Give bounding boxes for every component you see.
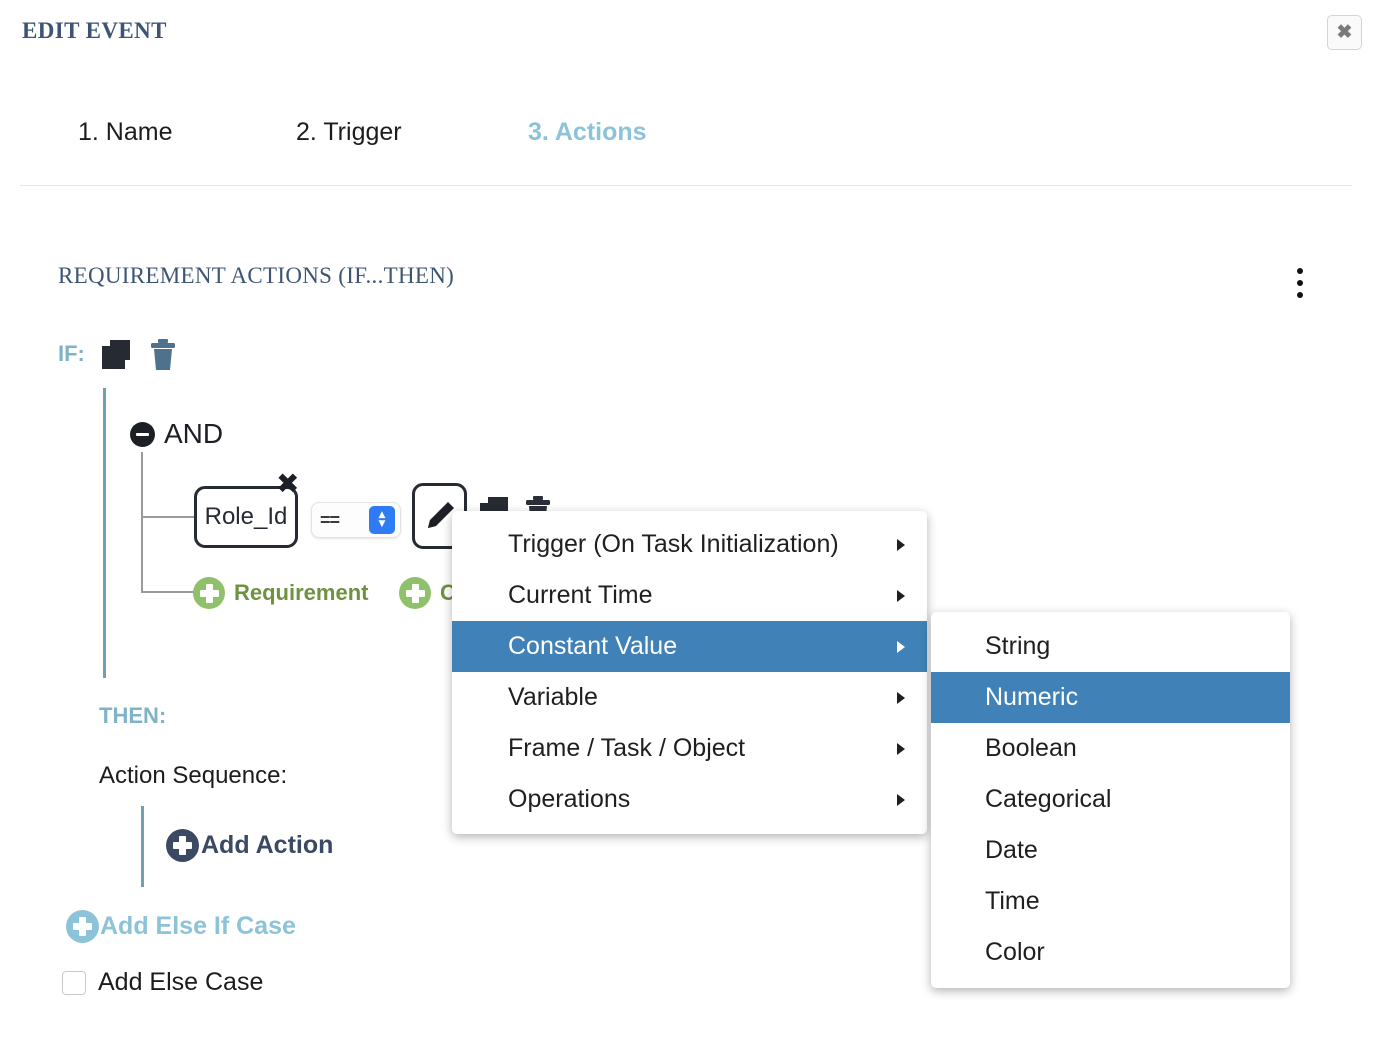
copy-icon-svg — [102, 340, 130, 369]
kebab-dot — [1297, 280, 1303, 286]
kebab-dot — [1297, 292, 1303, 298]
plus-icon — [193, 577, 225, 609]
submenu-item-date[interactable]: Date — [931, 825, 1290, 876]
menu-item-constant-value[interactable]: Constant Value — [452, 621, 927, 672]
tab-trigger[interactable]: 2. Trigger — [296, 118, 402, 147]
plus-icon — [399, 577, 431, 609]
comparator-select[interactable]: == ▲ ▼ — [311, 502, 401, 538]
menu-item-label: Trigger (On Task Initialization) — [508, 530, 839, 558]
add-else-if-case-label: Add Else If Case — [100, 912, 296, 940]
collapse-minus-icon[interactable] — [130, 421, 155, 447]
close-button[interactable]: ✖ — [1327, 15, 1362, 50]
chevron-right-icon — [897, 640, 905, 653]
header-divider — [20, 185, 1352, 186]
chevron-right-icon — [897, 538, 905, 551]
action-sequence-label: Action Sequence: — [99, 762, 288, 789]
stepper-down-glyph: ▼ — [378, 519, 386, 529]
close-icon: ✖ — [1336, 22, 1353, 43]
minus-bar — [136, 432, 149, 436]
menu-item-label: Constant Value — [508, 632, 678, 660]
add-action-button[interactable]: Add Action — [166, 829, 333, 862]
plus-horizontal — [405, 589, 425, 597]
tree-connector-horizontal — [141, 591, 197, 593]
chevron-right-icon — [897, 691, 905, 704]
tree-connector-vertical — [141, 452, 143, 591]
and-group-node: AND — [130, 420, 223, 448]
and-operator-label: AND — [164, 418, 224, 449]
if-label: IF: — [58, 341, 85, 366]
then-branch-rail — [141, 806, 144, 887]
section-title: REQUIREMENT ACTIONS (IF...THEN) — [58, 263, 455, 288]
add-else-case-checkbox[interactable] — [62, 970, 86, 995]
page-title: EDIT EVENT — [22, 18, 167, 43]
plus-horizontal — [199, 589, 219, 597]
context-menu: Trigger (On Task Initialization) Current… — [452, 511, 927, 834]
if-branch-rail — [103, 388, 106, 678]
submenu-item-categorical[interactable]: Categorical — [931, 774, 1290, 825]
trash-icon[interactable] — [148, 338, 178, 371]
context-submenu: String Numeric Boolean Categorical Date … — [931, 612, 1290, 988]
tab-name[interactable]: 1. Name — [78, 118, 172, 147]
plus-icon — [166, 829, 199, 862]
add-requirement-label: Requirement — [234, 580, 369, 605]
step-tabs: 1. Name 2. Trigger 3. Actions — [78, 118, 698, 154]
copy-icon[interactable] — [100, 338, 132, 371]
add-requirement-button[interactable]: Requirement — [193, 577, 368, 609]
kebab-dot — [1297, 268, 1303, 274]
condition-left-operand-label: Role_Id — [204, 503, 288, 530]
menu-item-label: Variable — [508, 683, 598, 711]
menu-item-variable[interactable]: Variable — [452, 672, 927, 723]
add-action-label: Add Action — [201, 831, 334, 859]
submenu-item-time[interactable]: Time — [931, 876, 1290, 927]
chevron-right-icon — [897, 589, 905, 602]
add-else-if-case-button[interactable]: Add Else If Case — [66, 910, 296, 943]
chevron-right-icon — [897, 793, 905, 806]
trash-icon-svg — [151, 339, 175, 370]
menu-item-frame-task-object[interactable]: Frame / Task / Object — [452, 723, 927, 774]
menu-item-trigger[interactable]: Trigger (On Task Initialization) — [452, 519, 927, 570]
menu-item-current-time[interactable]: Current Time — [452, 570, 927, 621]
add-else-case-label: Add Else Case — [98, 968, 264, 996]
stepper-updown-icon: ▲ ▼ — [369, 506, 395, 534]
submenu-item-color[interactable]: Color — [931, 927, 1290, 978]
submenu-item-boolean[interactable]: Boolean — [931, 723, 1290, 774]
plus-horizontal — [173, 842, 192, 849]
submenu-item-numeric[interactable]: Numeric — [931, 672, 1290, 723]
comparator-value: == — [320, 510, 340, 530]
menu-item-operations[interactable]: Operations — [452, 774, 927, 825]
add-else-case-row: Add Else Case — [62, 968, 263, 997]
remove-x-icon[interactable]: ✖ — [276, 470, 299, 498]
menu-item-label: Frame / Task / Object — [508, 734, 746, 762]
submenu-item-string[interactable]: String — [931, 621, 1290, 672]
tab-actions[interactable]: 3. Actions — [528, 118, 647, 147]
menu-item-label: Current Time — [508, 581, 653, 609]
kebab-menu-icon[interactable] — [1288, 266, 1312, 300]
stepper-up-glyph: ▲ — [378, 510, 386, 520]
plus-icon — [66, 910, 99, 943]
pencil-icon-svg — [427, 502, 454, 528]
then-label: THEN: — [99, 703, 167, 728]
chevron-right-icon — [897, 742, 905, 755]
plus-horizontal — [73, 923, 92, 930]
menu-item-label: Operations — [508, 785, 631, 813]
tree-connector-horizontal — [141, 516, 197, 518]
